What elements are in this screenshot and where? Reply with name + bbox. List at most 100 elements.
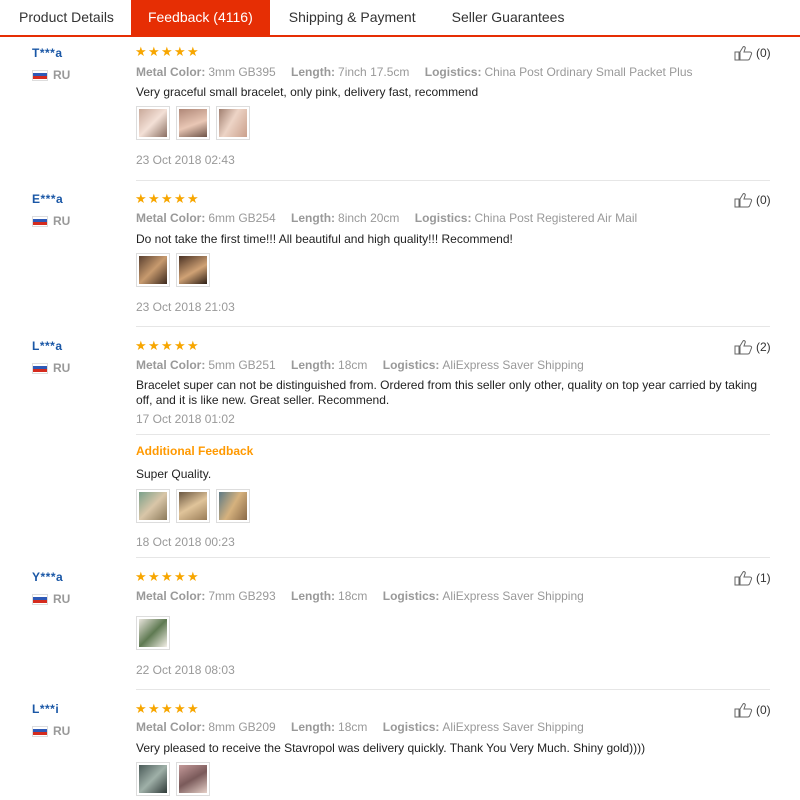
star-rating: ★ ★ ★ ★ ★ (135, 338, 199, 353)
length-value: 8inch 20cm (338, 211, 400, 225)
order-attributes: Metal Color: 6mm GB254 Length: 8inch 20cm … (136, 211, 637, 225)
review-date: 17 Oct 2018 01:02 (136, 412, 235, 426)
russia-flag-icon (32, 593, 48, 605)
helpful-button[interactable]: (1) (734, 570, 771, 586)
review-photo-thumbnail[interactable] (176, 253, 210, 287)
tab-seller-guarantees[interactable]: Seller Guarantees (433, 0, 582, 35)
review-divider (136, 557, 770, 558)
reviewer-country: RU (32, 214, 70, 228)
star-icon: ★ (135, 44, 147, 59)
star-icon: ★ (187, 338, 199, 353)
star-icon: ★ (187, 44, 199, 59)
star-icon: ★ (135, 701, 147, 716)
order-attributes: Metal Color: 3mm GB395 Length: 7inch 17.5c… (136, 65, 693, 79)
tab-shipping-payment[interactable]: Shipping & Payment (270, 0, 433, 35)
review-photo-thumbnail[interactable] (216, 489, 250, 523)
review-photo-thumbnail[interactable] (136, 489, 170, 523)
tab-feedback[interactable]: Feedback (4116) (130, 0, 270, 35)
review-photo-thumbnail[interactable] (176, 489, 210, 523)
tab-product-details[interactable]: Product Details (0, 0, 131, 35)
star-icon: ★ (161, 191, 173, 206)
review-text: Very pleased to receive the Stavropol wa… (136, 741, 646, 755)
review-photo-thumbnail[interactable] (136, 616, 170, 650)
helpful-count: (0) (756, 46, 771, 60)
helpful-button[interactable]: (0) (734, 45, 771, 61)
reviewer-name: L***i (32, 702, 60, 716)
additional-feedback-heading: Additional Feedback (136, 444, 254, 458)
reviewer-name: T***a (32, 46, 63, 60)
helpful-button[interactable]: (2) (734, 339, 771, 355)
additional-feedback-date: 18 Oct 2018 00:23 (136, 535, 235, 549)
length-label: Length: (291, 358, 336, 372)
review-photo-thumbnail[interactable] (216, 106, 250, 140)
review-divider (136, 326, 770, 327)
logistics-value: AliExpress Saver Shipping (442, 589, 584, 603)
star-icon: ★ (161, 44, 173, 59)
review-photo-thumbnail[interactable] (136, 106, 170, 140)
country-code: RU (53, 214, 71, 228)
country-code: RU (53, 592, 71, 606)
length-label: Length: (291, 211, 336, 225)
reviewer-name: Y***a (32, 570, 64, 584)
star-icon: ★ (174, 191, 186, 206)
country-code: RU (53, 361, 71, 375)
review-photo-thumbnail[interactable] (176, 762, 210, 796)
star-icon: ★ (161, 569, 173, 584)
review-photo-thumbnail[interactable] (136, 253, 170, 287)
star-icon: ★ (187, 569, 199, 584)
metal-color-label: Metal Color: (136, 211, 206, 225)
country-code: RU (53, 724, 71, 738)
logistics-label: Logistics: (414, 211, 472, 225)
metal-color-label: Metal Color: (136, 358, 206, 372)
review-photo-thumbnail[interactable] (136, 762, 170, 796)
length-label: Length: (291, 589, 336, 603)
length-value: 18cm (338, 589, 368, 603)
star-icon: ★ (174, 44, 186, 59)
thumbs-up-icon (734, 571, 753, 586)
star-icon: ★ (174, 701, 186, 716)
metal-color-value: 7mm GB293 (208, 589, 276, 603)
feedback-tabs: Product Details Feedback (4116) Shipping… (0, 0, 800, 37)
metal-color-value: 3mm GB395 (208, 65, 276, 79)
metal-color-value: 5mm GB251 (208, 358, 276, 372)
additional-feedback-divider (136, 434, 770, 435)
additional-feedback-photos (136, 489, 250, 523)
review-photos (136, 616, 170, 650)
russia-flag-icon (32, 725, 48, 737)
reviewer-country: RU (32, 68, 70, 82)
helpful-button[interactable]: (0) (734, 192, 771, 208)
logistics-label: Logistics: (424, 65, 482, 79)
helpful-count: (0) (756, 703, 771, 717)
star-icon: ★ (174, 338, 186, 353)
length-value: 18cm (338, 720, 368, 734)
star-rating: ★ ★ ★ ★ ★ (135, 569, 199, 584)
logistics-value: China Post Registered Air Mail (474, 211, 638, 225)
length-value: 18cm (338, 358, 368, 372)
review-divider (136, 689, 770, 690)
review-photos (136, 106, 250, 140)
thumbs-up-icon (734, 703, 753, 718)
review-text: Very graceful small bracelet, only pink,… (136, 85, 479, 99)
helpful-count: (0) (756, 193, 771, 207)
helpful-button[interactable]: (0) (734, 702, 771, 718)
review-date: 23 Oct 2018 21:03 (136, 300, 235, 314)
star-icon: ★ (148, 701, 160, 716)
reviewer-country: RU (32, 361, 70, 375)
order-attributes: Metal Color: 8mm GB209 Length: 18cm Logist… (136, 720, 584, 734)
reviewer-name: L***a (32, 339, 63, 353)
reviewer-country: RU (32, 724, 70, 738)
star-icon: ★ (148, 44, 160, 59)
star-rating: ★ ★ ★ ★ ★ (135, 191, 199, 206)
star-icon: ★ (148, 191, 160, 206)
review-divider (136, 180, 770, 181)
review-photo-thumbnail[interactable] (176, 106, 210, 140)
review-date: 23 Oct 2018 02:43 (136, 153, 235, 167)
star-icon: ★ (161, 701, 173, 716)
reviewer-country: RU (32, 592, 70, 606)
logistics-label: Logistics: (382, 720, 440, 734)
helpful-count: (2) (756, 340, 771, 354)
star-icon: ★ (135, 569, 147, 584)
metal-color-value: 8mm GB209 (208, 720, 276, 734)
additional-feedback-text: Super Quality. (136, 467, 212, 481)
star-icon: ★ (148, 569, 160, 584)
